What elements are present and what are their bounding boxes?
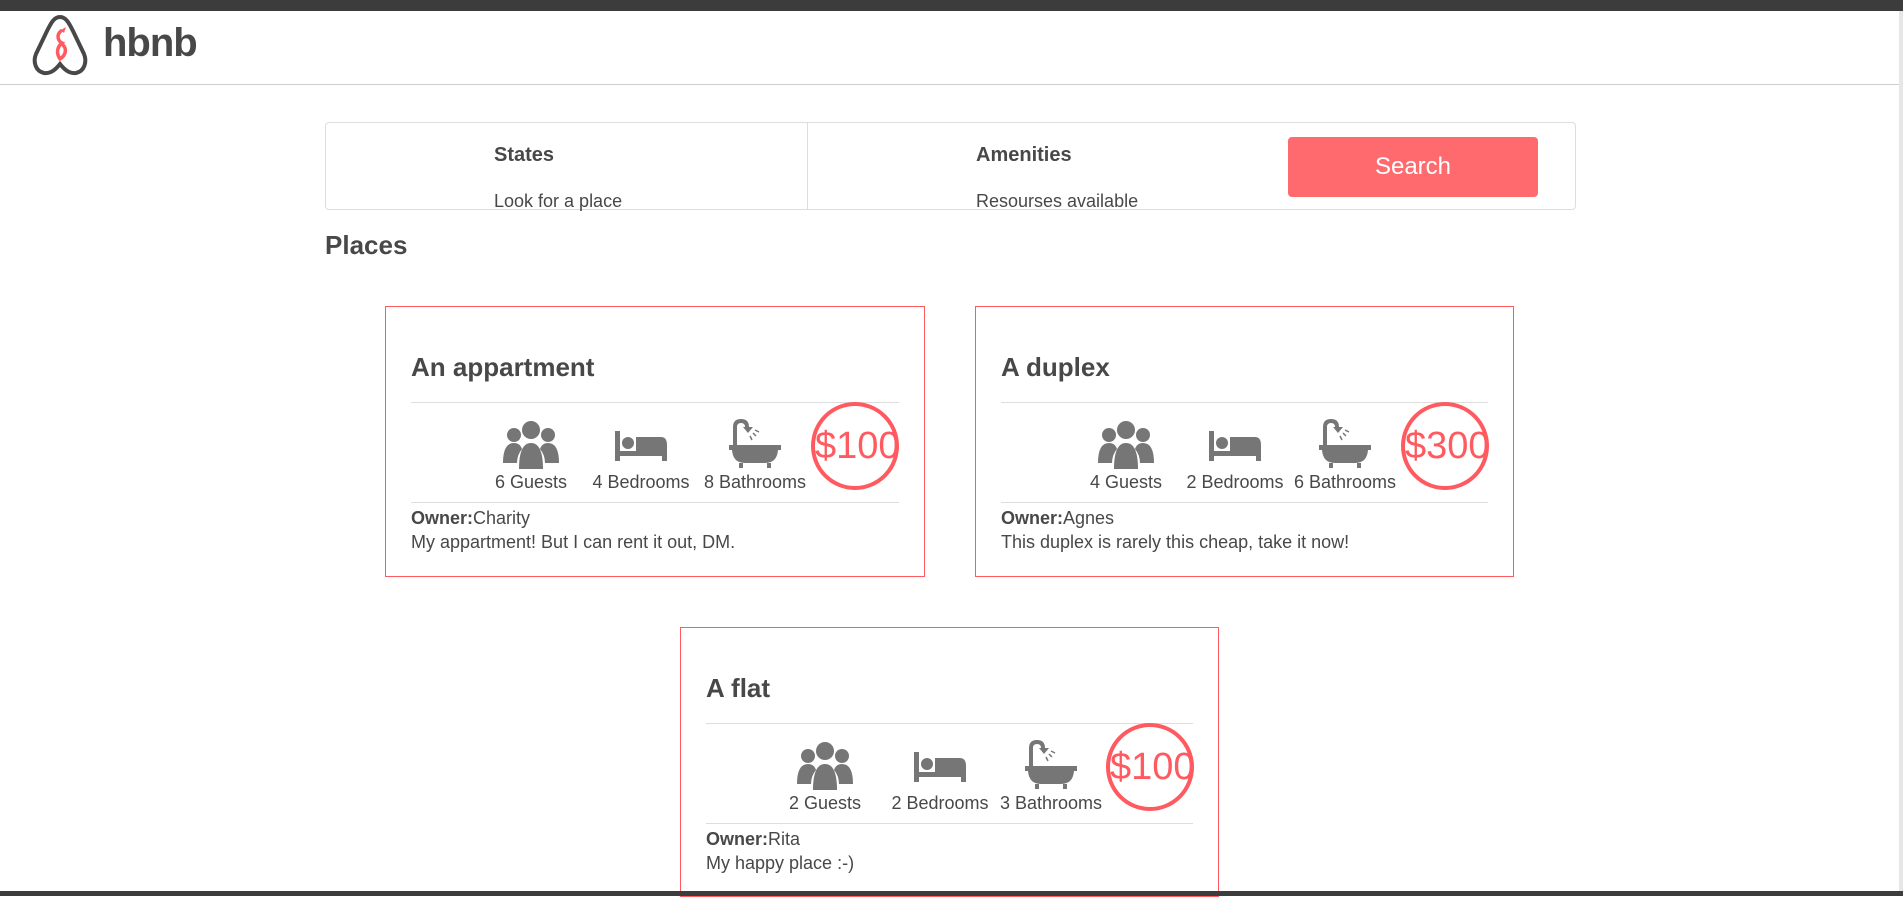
price-badge: $100 — [1106, 723, 1195, 811]
divider — [411, 402, 899, 403]
airbnb-logo-icon[interactable] — [30, 13, 90, 77]
window-top-bar — [0, 0, 1903, 11]
bedrooms-label: 4 Bedrooms — [592, 472, 690, 492]
bathtub-icon — [1023, 740, 1079, 790]
divider — [706, 823, 1193, 824]
place-card[interactable]: An appartment 6 Guests 4 Bedrooms 8 Bath… — [385, 306, 925, 577]
price-badge: $100 — [811, 402, 900, 490]
bedrooms-label: 2 Bedrooms — [891, 793, 989, 813]
owner-line: Owner:Charity — [411, 508, 530, 529]
place-card[interactable]: A duplex 4 Guests 2 Bedrooms 6 Bathrooms… — [975, 306, 1514, 577]
scrollbar[interactable] — [1899, 11, 1903, 896]
bed-icon — [1209, 431, 1261, 461]
bedrooms-info: 2 Bedrooms — [885, 740, 995, 814]
owner-label: Owner: — [411, 508, 474, 528]
bathrooms-info: 6 Bathrooms — [1290, 419, 1400, 493]
place-description: This duplex is rarely this cheap, take i… — [1001, 532, 1350, 552]
states-filter[interactable]: States Look for a place — [326, 123, 808, 211]
amenities-filter-title[interactable]: Amenities — [976, 144, 1072, 167]
bedrooms-info: 2 Bedrooms — [1180, 419, 1290, 493]
group-icon — [1098, 421, 1154, 469]
place-description: My appartment! But I can rent it out, DM… — [411, 532, 736, 552]
divider — [411, 502, 899, 503]
bed-icon — [914, 752, 966, 782]
owner-label: Owner: — [706, 829, 769, 849]
states-filter-subtitle: Look for a place — [494, 191, 623, 211]
owner-name: Rita — [768, 829, 801, 849]
bathrooms-info: 3 Bathrooms — [996, 740, 1106, 814]
places-heading: Places — [325, 230, 408, 260]
site-header: hbnb — [0, 11, 1899, 85]
guests-info: 6 Guests — [476, 419, 586, 493]
owner-line: Owner:Agnes — [1001, 508, 1114, 529]
bathtub-icon — [1317, 419, 1373, 469]
group-icon — [797, 742, 853, 790]
place-card[interactable]: A flat 2 Guests 2 Bedrooms 3 Bathrooms $… — [680, 627, 1219, 897]
price-badge: $300 — [1401, 402, 1490, 490]
amenities-filter[interactable]: Amenities Resourses available — [808, 123, 1288, 211]
bathrooms-label: 8 Bathrooms — [703, 472, 807, 492]
owner-label: Owner: — [1001, 508, 1064, 528]
guests-label: 2 Guests — [788, 793, 862, 813]
bathrooms-label: 3 Bathrooms — [999, 793, 1103, 813]
search-button[interactable]: Search — [1288, 137, 1538, 197]
divider — [1001, 502, 1488, 503]
owner-line: Owner:Rita — [706, 829, 800, 850]
bathtub-icon — [727, 419, 783, 469]
owner-name: Charity — [473, 508, 531, 528]
place-name: An appartment — [411, 352, 595, 382]
guests-info: 2 Guests — [770, 740, 880, 814]
bedrooms-info: 4 Bedrooms — [586, 419, 696, 493]
guests-label: 6 Guests — [494, 472, 568, 492]
filters-bar: States Look for a place Amenities Resour… — [325, 122, 1576, 211]
brand-name[interactable]: hbnb — [103, 21, 198, 66]
states-filter-title[interactable]: States — [494, 144, 554, 167]
bedrooms-label: 2 Bedrooms — [1186, 472, 1284, 492]
owner-name: Agnes — [1063, 508, 1115, 528]
bed-icon — [615, 431, 667, 461]
place-name: A duplex — [1001, 352, 1110, 382]
guests-info: 4 Guests — [1071, 419, 1181, 493]
guests-label: 4 Guests — [1089, 472, 1163, 492]
group-icon — [503, 421, 559, 469]
amenities-filter-subtitle: Resourses available — [976, 191, 1139, 211]
taskbar — [0, 891, 1903, 896]
place-name: A flat — [706, 673, 771, 703]
bathrooms-label: 6 Bathrooms — [1293, 472, 1397, 492]
place-description: My happy place :-) — [706, 853, 855, 873]
divider — [1001, 402, 1488, 403]
bathrooms-info: 8 Bathrooms — [700, 419, 810, 493]
divider — [706, 723, 1193, 724]
